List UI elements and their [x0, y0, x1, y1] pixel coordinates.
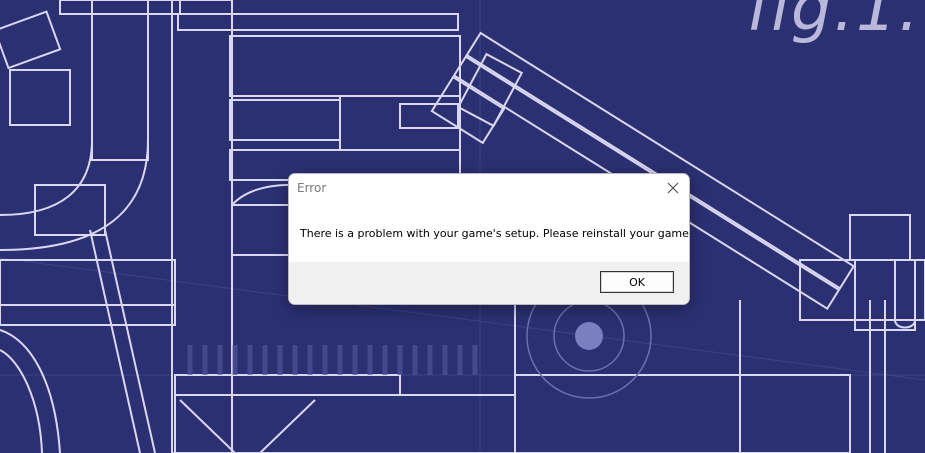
ok-button[interactable]: OK [600, 271, 674, 293]
dialog-footer: OK [289, 262, 689, 304]
close-icon [667, 182, 679, 194]
close-button[interactable] [659, 174, 687, 202]
dialog-titlebar[interactable]: Error [289, 174, 689, 203]
dialog-body: There is a problem with your game's setu… [289, 203, 689, 262]
dialog-title: Error [297, 181, 327, 195]
error-message: There is a problem with your game's setu… [300, 227, 690, 240]
fig-watermark: fig.1. [746, 0, 921, 46]
error-dialog: Error There is a problem with your game'… [288, 173, 690, 305]
